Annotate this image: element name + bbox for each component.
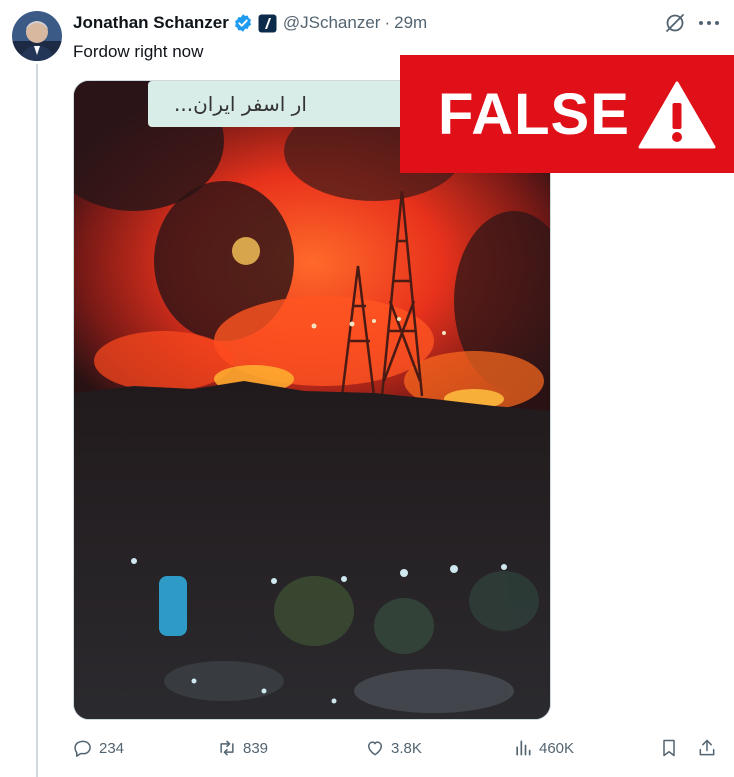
false-label-text: FALSE [438, 81, 630, 147]
retweet-button[interactable]: 839 [217, 736, 268, 760]
views-count: 460K [539, 739, 575, 757]
action-bar: 234 839 3.8K 460K [73, 736, 723, 760]
media-overlay-caption: ...ار اسفر ایران [174, 92, 307, 116]
reply-icon [74, 740, 91, 757]
reply-count: 234 [99, 739, 125, 757]
fact-check-label: FALSE [400, 55, 734, 173]
tweet-header: Jonathan Schanzer @JSchanzer · 29m [73, 11, 427, 35]
warning-icon [638, 81, 716, 149]
views-button[interactable]: 460K [513, 736, 574, 760]
tweet-media[interactable]: ...ار اسفر ایران [73, 80, 551, 720]
like-button[interactable]: 3.8K [365, 736, 422, 760]
grok-icon[interactable] [664, 12, 686, 34]
retweet-icon [220, 740, 234, 756]
media-image: ...ار اسفر ایران [74, 81, 550, 719]
avatar[interactable] [12, 11, 62, 61]
share-button[interactable] [697, 736, 723, 760]
reply-button[interactable]: 234 [73, 736, 124, 760]
affiliate-badge-icon[interactable] [258, 14, 277, 33]
thread-line [36, 64, 38, 777]
like-count: 3.8K [391, 739, 422, 757]
like-icon [368, 741, 382, 756]
more-icon[interactable] [697, 12, 721, 34]
bookmark-button[interactable] [659, 736, 685, 760]
timestamp[interactable]: 29m [394, 13, 427, 33]
share-icon [699, 739, 715, 756]
views-icon [516, 740, 531, 756]
author-name[interactable]: Jonathan Schanzer [73, 13, 229, 33]
bookmark-icon [663, 739, 675, 757]
author-handle[interactable]: @JSchanzer [283, 13, 381, 33]
header-separator: · [384, 13, 391, 32]
retweet-count: 839 [243, 739, 269, 757]
tweet-text: Fordow right now [73, 42, 204, 61]
verified-badge-icon[interactable] [233, 13, 253, 33]
